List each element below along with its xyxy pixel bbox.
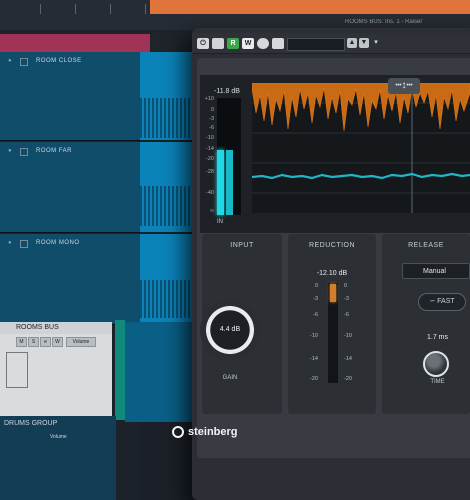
gain-reduction-graph [251, 82, 470, 213]
input-peak-readout: -11.8 dB [214, 88, 240, 95]
release-curve-icon: ∽ [429, 298, 438, 305]
group-color-strip [115, 320, 125, 420]
input-section-title: INPUT [230, 242, 254, 249]
scale-tick-label: -20 [310, 376, 318, 382]
waveform [140, 186, 198, 226]
display-mode-icon[interactable]: ┅↕┅ [388, 78, 420, 94]
track-thumbnail [6, 352, 28, 388]
input-meter-right-level [226, 150, 233, 215]
track-label: ROOM CLOSE [36, 58, 82, 64]
release-section-title: RELEASE [408, 242, 444, 249]
scale-tick-label: -3 [313, 296, 318, 302]
track-label: DRUMS GROUP [4, 420, 58, 427]
cycle-marker[interactable] [150, 0, 470, 14]
release-time-knob[interactable] [423, 351, 449, 377]
track-fx-indicator: ● [8, 240, 12, 246]
scale-tick-label: -10 [344, 333, 352, 339]
waveform [140, 280, 198, 318]
scale-tick-label: -40 [206, 190, 214, 196]
track-color-square[interactable] [20, 58, 28, 66]
scale-tick-label: -10 [310, 333, 318, 339]
automation-label: Volume [50, 434, 67, 440]
release-time-value: 1.7 ms [426, 334, 448, 341]
scale-tick-label: -3 [344, 296, 349, 302]
scale-tick-label: -3 [209, 116, 214, 122]
menu-icon[interactable] [272, 38, 284, 49]
gain-value: 4.4 dB [219, 326, 241, 333]
power-icon[interactable]: ⏻ [197, 38, 209, 49]
read-automation-button[interactable]: R [227, 38, 239, 49]
track-color-square[interactable] [20, 148, 28, 156]
scale-tick-label: -28 [206, 169, 214, 175]
input-meter-left-level [217, 150, 224, 215]
track-label: ROOM MONO [36, 240, 80, 246]
track-fx-indicator: ● [8, 148, 12, 154]
write-automation-button[interactable]: W [242, 38, 254, 49]
gain-label: GAIN [222, 375, 238, 381]
write-button[interactable]: W [52, 337, 63, 347]
track-fx-indicator: ● [8, 58, 12, 64]
scale-tick-label: -10 [206, 135, 214, 141]
preset-up-icon[interactable]: ▲ [347, 38, 357, 48]
reduction-value: -12.10 dB [316, 270, 348, 277]
track-color-square[interactable] [20, 240, 28, 248]
scale-tick-label: ∞ [210, 208, 214, 214]
fast-label: FAST [437, 298, 455, 305]
release-time-label: TIME [430, 379, 445, 385]
scale-tick-label: +10 [204, 96, 214, 102]
track-drums-group[interactable]: DRUMS GROUP Volume [0, 416, 116, 500]
reduction-meter-level [330, 284, 336, 302]
track-label: ROOM FAR [36, 148, 73, 154]
brand-logo: steinberg [188, 426, 238, 438]
track-room-mono[interactable]: ● ROOM MONO [0, 234, 140, 325]
release-section: RELEASE [382, 234, 470, 414]
reduction-waveform [251, 82, 470, 132]
settings-icon[interactable] [257, 38, 269, 49]
history-plot [251, 82, 470, 213]
scale-tick-label: -6 [344, 312, 349, 318]
waveform [140, 98, 198, 138]
scale-tick-label: -6 [313, 312, 318, 318]
scale-tick-label: 0 [210, 107, 214, 113]
compare-button[interactable] [212, 38, 224, 49]
track-rooms-bus[interactable]: ROOMS BUS M S e W Volume [0, 322, 112, 418]
preset-field[interactable] [287, 38, 345, 51]
input-signal-line [251, 172, 470, 180]
track-room-far[interactable]: ● ROOM FAR [0, 142, 140, 233]
scale-tick-label: -14 [344, 356, 352, 362]
release-mode-select[interactable]: Manual [402, 263, 470, 279]
preset-down-icon[interactable]: ▼ [359, 38, 369, 48]
scale-tick-label: 0 [314, 283, 318, 289]
edit-button[interactable]: e [40, 337, 51, 347]
track-label: ROOMS BUS [16, 324, 59, 331]
scale-tick-label: 0 [344, 283, 348, 289]
solo-button[interactable]: S [28, 337, 39, 347]
mute-button[interactable]: M [16, 337, 27, 347]
steinberg-logo-icon [172, 426, 184, 438]
scale-tick-label: -6 [209, 125, 214, 131]
scale-tick-label: -14 [206, 146, 214, 152]
audio-event[interactable] [125, 322, 195, 422]
plugin-window-title: ROOMS BUS: Ins. 1 - Raiser [345, 19, 423, 25]
track-room-close[interactable]: ● ROOM CLOSE [0, 52, 140, 141]
scale-tick-label: -14 [310, 356, 318, 362]
reduction-section-title: REDUCTION [308, 242, 356, 249]
automation-select[interactable]: Volume [66, 337, 96, 347]
scale-tick-label: -20 [206, 156, 214, 162]
preset-menu-icon[interactable]: ▾ [371, 38, 381, 48]
fast-release-button[interactable]: ∽ FAST [418, 293, 466, 311]
input-meter-label: IN [217, 219, 223, 225]
scale-tick-label: -20 [344, 376, 352, 382]
